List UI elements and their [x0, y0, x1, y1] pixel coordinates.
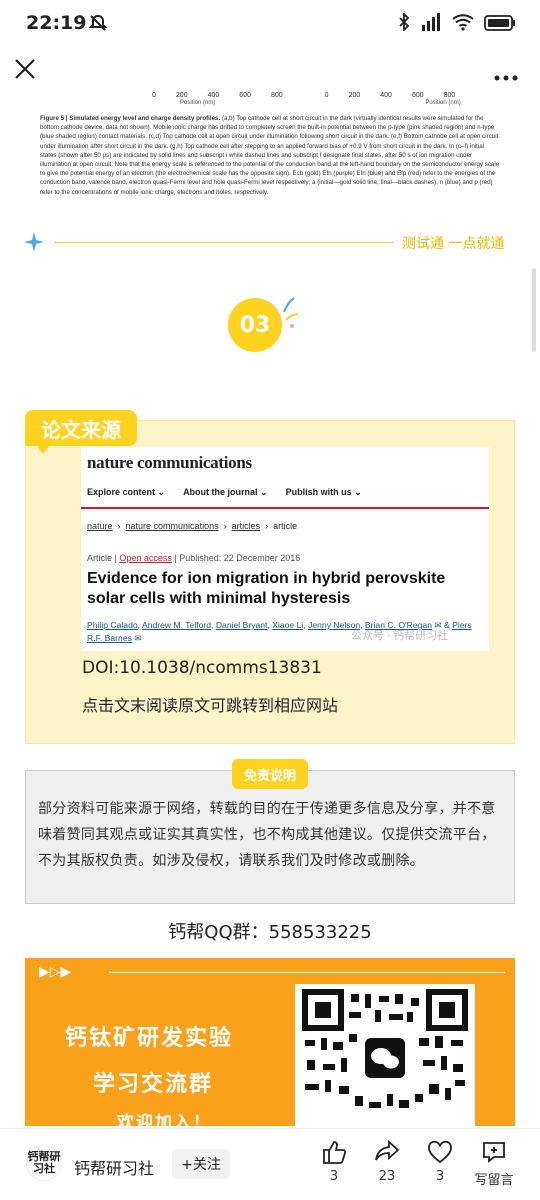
article-title: Evidence for ion migration in hybrid per… [87, 570, 446, 607]
status-time: 22:19 [26, 12, 87, 34]
crumb: article [273, 521, 298, 531]
signal-icon [420, 13, 442, 36]
menu-about-journal: About the journal ⌄ [183, 487, 268, 497]
account-name[interactable]: 钙帮研习社 [74, 1155, 154, 1179]
banner-line [109, 972, 505, 973]
divider-line [54, 242, 394, 243]
bluetooth-icon [398, 11, 410, 36]
red-rule [81, 507, 489, 509]
favorite-button[interactable]: 3 [410, 1139, 470, 1184]
figure-caption: Figure 5 | Simulated energy level and ch… [40, 114, 500, 197]
caption-body: (a,b) Top cathode cell at short circuit … [40, 115, 500, 196]
ticks-right: 0 200 400 600 800 [325, 92, 456, 99]
sparkle-icon [24, 232, 44, 256]
section-divider: 测试通 一点就通 [24, 228, 524, 258]
ticks-left: 0 200 400 600 800 [152, 92, 283, 99]
qq-group-text: 钙帮QQ群：558533225 [168, 922, 372, 943]
share-count: 23 [378, 1169, 396, 1184]
journal-menu: Explore content ⌄ About the journal ⌄ Pu… [87, 487, 362, 498]
comment-button[interactable]: 写留言 [464, 1139, 524, 1188]
banner-title-2: 学习交流群 [93, 1072, 214, 1097]
heart-icon [410, 1139, 470, 1165]
axis-label-right: Position (nm) [425, 100, 461, 106]
bottom-bar: 钙帮研习社 钙帮研习社 +关注 3 23 3 写留言 [0, 1128, 540, 1200]
tick: 800 [270, 92, 283, 99]
crumb: articles [231, 521, 261, 531]
more-icon[interactable] [494, 66, 518, 85]
comment-label: 写留言 [474, 1173, 514, 1188]
tick: 600 [239, 92, 251, 99]
watermark: 公众号 · 钙帮研习社 [351, 630, 449, 642]
comment-icon [464, 1139, 524, 1165]
doi-text: DOI:10.1038/ncomms13831 [82, 658, 322, 678]
qr-code [295, 984, 475, 1126]
tick: 800 [443, 92, 456, 99]
author: Xiaoe Li [272, 620, 304, 630]
scrollbar[interactable] [532, 268, 536, 352]
axis-label-left: Position (nm) [180, 100, 216, 106]
confetti-icon [280, 296, 300, 334]
journal-brand: nature communications [87, 453, 252, 472]
logo-text: 钙帮研习社 [27, 1150, 61, 1175]
meta-date: Published: 22 December 2016 [179, 553, 301, 563]
status-bar: 22:19 [0, 0, 540, 46]
play-arrows-icon: ▶▷▶ [39, 964, 72, 980]
follow-button[interactable]: +关注 [172, 1149, 230, 1179]
menu-explore-content: Explore content ⌄ [87, 487, 166, 497]
banner-title-3: 欢迎加入！ [117, 1113, 212, 1126]
battery-icon [484, 14, 516, 36]
wechat-group-banner[interactable]: ▶▷▶ 钙钛矿研发实验 学习交流群 欢迎加入！ [25, 958, 515, 1126]
figure-caption-image: 0 200 400 600 800 0 200 400 600 800 Posi… [40, 92, 500, 197]
wifi-icon [452, 13, 474, 36]
tick: 200 [175, 92, 188, 99]
section-number-badge: 03 [228, 298, 282, 352]
like-count: 3 [329, 1169, 339, 1184]
meta-type: Article [87, 553, 113, 563]
menu-publish: Publish with us ⌄ [285, 487, 362, 497]
thumbs-up-icon [304, 1139, 364, 1165]
author: Daniel Bryant [215, 620, 268, 630]
tick: 400 [380, 92, 392, 99]
tick: 0 [152, 92, 156, 99]
like-button[interactable]: 3 [304, 1139, 364, 1184]
journal-screenshot[interactable]: nature communications Explore content ⌄ … [81, 447, 489, 651]
axis-ticks: 0 200 400 600 800 0 200 400 600 800 [152, 92, 500, 99]
favorite-count: 3 [435, 1169, 445, 1184]
crumb: nature [87, 521, 113, 531]
author: Philip Calado [87, 620, 138, 630]
disclaimer-text: 部分资料可能来源于网络，转载的目的在于传递更多信息及分享，并不意味着赞同其观点或… [38, 801, 496, 869]
source-tag: 论文来源 [25, 410, 137, 454]
close-icon[interactable] [14, 58, 36, 84]
jump-text: 点击文末阅读原文可跳转到相应网站 [82, 696, 339, 715]
nav-bar [0, 46, 540, 92]
axis-labels: Position (nm) Position (nm) [180, 100, 500, 106]
article-meta: Article | Open access | Published: 22 De… [87, 553, 301, 563]
breadcrumb: nature › nature communications › article… [87, 521, 298, 531]
crumb: nature communications [125, 521, 219, 531]
meta-open-access: Open access [119, 553, 172, 563]
tick: 0 [324, 92, 329, 99]
mute-icon [88, 13, 108, 38]
share-button[interactable]: 23 [357, 1139, 417, 1184]
account-logo[interactable]: 钙帮研习社 [26, 1145, 62, 1181]
disclaimer-tag: 免责说明 [232, 759, 308, 789]
tick: 600 [411, 92, 424, 99]
tick: 400 [207, 92, 220, 99]
caption-title: Figure 5 | Simulated energy level and ch… [40, 115, 221, 122]
tick: 200 [348, 92, 361, 99]
share-icon [357, 1139, 417, 1165]
author: Andrew M. Telford [141, 620, 212, 630]
divider-text: 测试通 一点就通 [402, 236, 505, 252]
banner-title-1: 钙钛矿研发实验 [65, 1026, 234, 1051]
